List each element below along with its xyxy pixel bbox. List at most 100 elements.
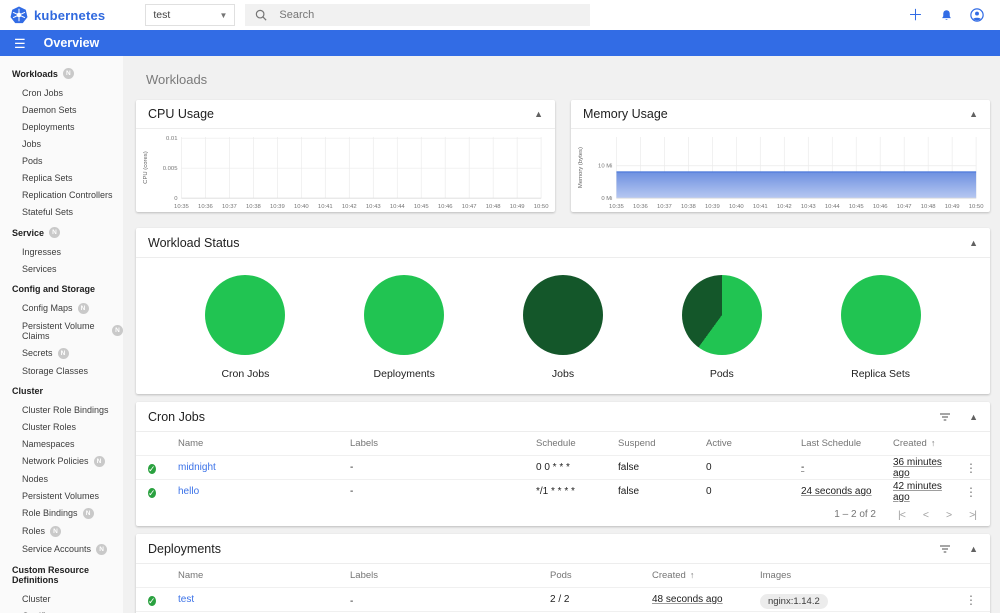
app-bar: ☰ Overview xyxy=(0,30,1000,56)
column-header-last-schedule[interactable]: Last Schedule xyxy=(801,438,893,449)
next-page-icon[interactable]: > xyxy=(946,509,952,521)
collapse-caret-icon[interactable]: ▲ xyxy=(969,544,978,554)
svg-text:10:41: 10:41 xyxy=(318,204,333,210)
sidebar-category-config-and-storage[interactable]: Config and Storage xyxy=(0,279,123,299)
sidebar-item-label: Jobs xyxy=(22,138,42,149)
filter-icon[interactable] xyxy=(939,544,951,554)
sidebar-item-storage-classes[interactable]: Storage Classes xyxy=(0,362,123,379)
column-header-active[interactable]: Active xyxy=(706,438,801,449)
namespaced-badge: N xyxy=(96,543,108,555)
sidebar-item-label: Cron Jobs xyxy=(22,87,64,98)
sidebar-item-config-maps[interactable]: Config Maps N xyxy=(0,299,123,317)
sidebar-item-role-bindings[interactable]: Role Bindings N xyxy=(0,504,123,522)
search-bar[interactable] xyxy=(245,4,591,26)
collapse-caret-icon[interactable]: ▲ xyxy=(969,109,978,119)
collapse-caret-icon[interactable]: ▲ xyxy=(969,238,978,248)
svg-text:10:44: 10:44 xyxy=(390,204,405,210)
sidebar-item-replica-sets[interactable]: Replica Sets xyxy=(0,169,123,186)
create-resource-button[interactable]: ＋ xyxy=(908,8,923,23)
svg-text:10:44: 10:44 xyxy=(825,204,840,210)
row-actions-menu-icon[interactable]: ⋮ xyxy=(958,593,984,607)
table-cell: 24 seconds ago xyxy=(801,486,872,497)
collapse-caret-icon[interactable]: ▲ xyxy=(969,412,978,422)
pie-chart xyxy=(681,275,762,355)
memory-usage-card: Memory Usage ▲ 10:35 10:36 10:37 10:38 10:39… xyxy=(571,100,990,212)
previous-page-icon[interactable]: < xyxy=(923,509,929,521)
sidebar-item-replication-controllers[interactable]: Replication Controllers xyxy=(0,186,123,203)
sidebar-item-cluster[interactable]: Cluster xyxy=(0,590,123,607)
sidebar-item-label: Roles xyxy=(22,526,46,536)
sidebar-item-pods[interactable]: Pods xyxy=(0,152,123,169)
resource-name-link[interactable]: test xyxy=(178,594,350,605)
notifications-bell-icon[interactable] xyxy=(940,9,953,22)
sidebar-item-nodes[interactable]: Nodes xyxy=(0,470,123,487)
status-ok-icon: ✓ xyxy=(148,487,156,498)
sidebar-item-network-policies[interactable]: Network Policies N xyxy=(0,452,123,470)
menu-hamburger-icon[interactable]: ☰ xyxy=(14,37,26,50)
sidebar-item-roles[interactable]: Roles N xyxy=(0,522,123,540)
first-page-icon[interactable]: |< xyxy=(898,509,906,521)
sidebar-item-persistent-volume-claims[interactable]: Persistent Volume Claims N xyxy=(0,317,123,344)
sidebar-category-label: Service xyxy=(12,227,45,238)
sidebar-item-cluster-role-bindings[interactable]: Cluster Role Bindings xyxy=(0,401,123,418)
sidebar-item-persistent-volumes[interactable]: Persistent Volumes xyxy=(0,487,123,504)
collapse-caret-icon[interactable]: ▲ xyxy=(534,109,543,119)
sidebar-item-cluster-roles[interactable]: Cluster Roles xyxy=(0,418,123,435)
column-header-labels[interactable]: Labels xyxy=(350,570,550,581)
column-header-name[interactable]: Name xyxy=(178,438,350,449)
resource-name-link[interactable]: hello xyxy=(178,486,350,497)
row-actions-menu-icon[interactable]: ⋮ xyxy=(958,485,984,499)
sidebar-item-label: Role Bindings xyxy=(22,508,78,518)
status-ok-icon: ✓ xyxy=(148,595,156,606)
sidebar-item-label: Cluster Role Bindings xyxy=(22,404,109,415)
sidebar-item-cron-jobs[interactable]: Cron Jobs xyxy=(0,84,123,101)
sidebar-item-namespaces[interactable]: Namespaces xyxy=(0,435,123,452)
svg-text:10:42: 10:42 xyxy=(342,204,357,210)
row-actions-menu-icon[interactable]: ⋮ xyxy=(958,461,984,475)
last-page-icon[interactable]: >| xyxy=(969,509,977,521)
table-cell: 2 / 2 xyxy=(550,594,570,605)
cpu-usage-card: CPU Usage ▲ 10:35 10:36 10:37 10:38 10:39 10:… xyxy=(136,100,555,212)
sidebar-category-service[interactable]: Service N xyxy=(0,222,123,243)
column-header-labels[interactable]: Labels xyxy=(350,438,536,449)
pie-chart xyxy=(364,275,445,355)
table-cell: 36 minutes ago xyxy=(893,456,942,479)
sidebar-item-secrets[interactable]: Secrets N xyxy=(0,344,123,362)
column-header-name[interactable]: Name xyxy=(178,570,350,581)
svg-text:CPU (cores): CPU (cores) xyxy=(143,151,149,184)
filter-icon[interactable] xyxy=(939,412,951,422)
sidebar-item-daemon-sets[interactable]: Daemon Sets xyxy=(0,101,123,118)
sidebar-item-services[interactable]: Services xyxy=(0,260,123,277)
column-header-suspend[interactable]: Suspend xyxy=(618,438,706,449)
sidebar-item-label: Config Maps xyxy=(22,303,73,313)
table-cell: 42 minutes ago xyxy=(893,480,942,503)
table-cell: - xyxy=(350,462,354,473)
sidebar-category-cluster[interactable]: Cluster xyxy=(0,381,123,401)
kubernetes-logo-link[interactable]: kubernetes xyxy=(10,6,105,24)
sidebar-item-deployments[interactable]: Deployments xyxy=(0,118,123,135)
sidebar-item-service-accounts[interactable]: Service Accounts N xyxy=(0,540,123,558)
workload-pies: Cron Jobs Deployments Jobs Pods Replica Sets xyxy=(136,258,990,394)
deployments-table: Name Labels Pods Created ↑ Images ✓ test - 2 / 2 4… xyxy=(136,564,990,613)
svg-text:10 Mi: 10 Mi xyxy=(598,164,612,170)
user-account-icon[interactable] xyxy=(970,8,984,22)
sidebar-item-stateful-sets[interactable]: Stateful Sets xyxy=(0,203,123,220)
sidebar-category-custom-resource-definitions[interactable]: Custom Resource Definitions xyxy=(0,560,123,590)
svg-text:0: 0 xyxy=(174,196,178,202)
svg-text:10:45: 10:45 xyxy=(849,204,864,210)
sidebar-item-certificate[interactable]: Certificate xyxy=(0,607,123,613)
table-cell: 0 xyxy=(706,486,712,497)
column-header-pods[interactable]: Pods xyxy=(550,570,652,581)
resource-name-link[interactable]: midnight xyxy=(178,462,350,473)
sidebar-item-jobs[interactable]: Jobs xyxy=(0,135,123,152)
sidebar-category-workloads[interactable]: Workloads N xyxy=(0,63,123,84)
search-input[interactable] xyxy=(279,9,560,21)
column-header-created[interactable]: Created ↑ xyxy=(652,570,760,581)
namespace-selector[interactable]: test ▼ xyxy=(145,4,236,26)
column-header-schedule[interactable]: Schedule xyxy=(536,438,618,449)
column-header-images[interactable]: Images xyxy=(760,570,958,581)
namespaced-badge: N xyxy=(77,302,89,314)
sidebar-item-ingresses[interactable]: Ingresses xyxy=(0,243,123,260)
pie-label: Replica Sets xyxy=(851,368,911,380)
column-header-created[interactable]: Created ↑ xyxy=(893,438,958,449)
